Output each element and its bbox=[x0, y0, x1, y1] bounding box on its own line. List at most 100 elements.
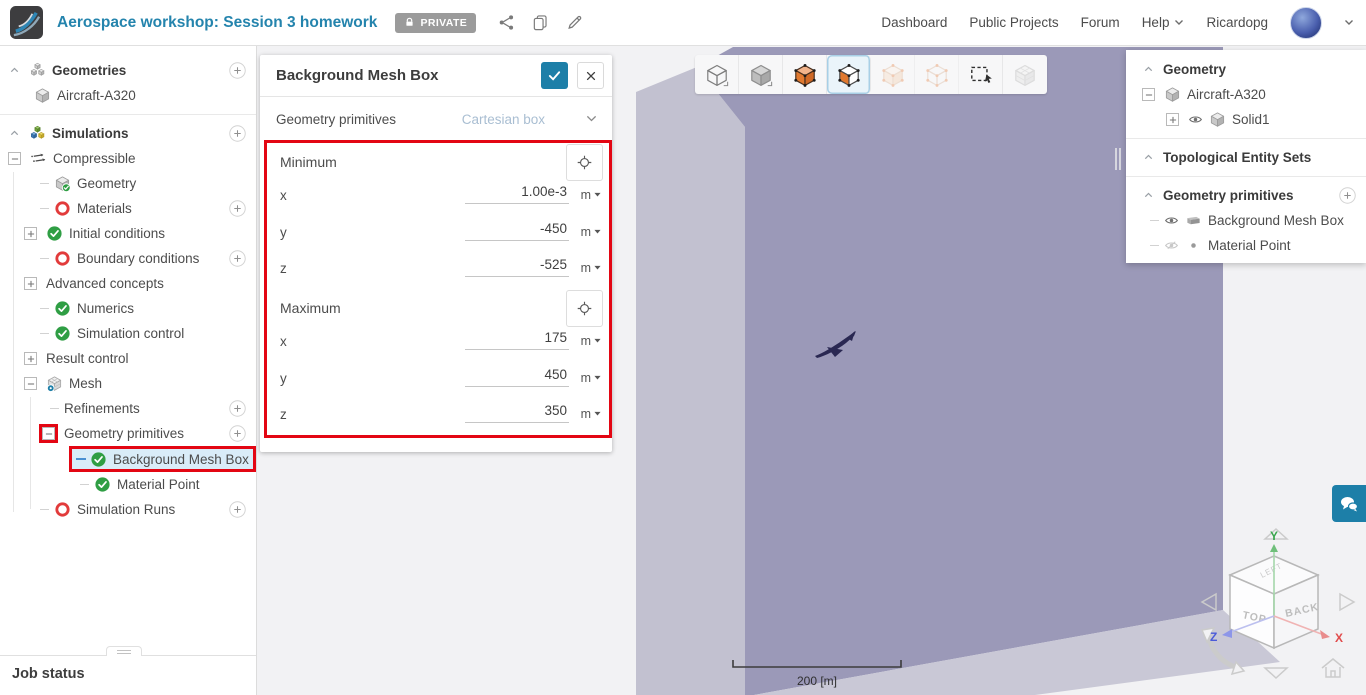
eye-visible-icon[interactable] bbox=[1188, 112, 1203, 127]
collapse-chevron-icon[interactable] bbox=[8, 64, 20, 77]
tree-item-topological-entity-sets[interactable]: Topological Entity Sets bbox=[1126, 145, 1366, 170]
add-button[interactable] bbox=[229, 400, 246, 417]
collapse-minus-icon[interactable] bbox=[1142, 88, 1155, 101]
tree-item-label: Numerics bbox=[77, 301, 135, 316]
tree-item-aircraft-a320[interactable]: Aircraft-A320 bbox=[0, 83, 256, 108]
pick-point-button[interactable] bbox=[566, 144, 603, 181]
collapse-chevron-icon[interactable] bbox=[8, 127, 20, 140]
tree-item-material-point[interactable]: Material Point bbox=[1126, 233, 1366, 258]
gizmo-home-icon[interactable] bbox=[1321, 658, 1345, 678]
red-o-icon bbox=[54, 200, 71, 217]
chevron-down-icon[interactable] bbox=[586, 115, 597, 122]
expand-plus-icon[interactable] bbox=[24, 227, 37, 240]
coordinate-input-y[interactable] bbox=[465, 367, 569, 387]
project-actions bbox=[498, 14, 583, 31]
app-logo-icon[interactable] bbox=[10, 6, 43, 39]
coordinate-input-z[interactable] bbox=[465, 403, 569, 423]
tree-item-solid1[interactable]: Solid1 bbox=[1126, 107, 1366, 132]
toolbar-solid-vertices-view[interactable] bbox=[783, 55, 827, 94]
apply-button[interactable] bbox=[541, 62, 568, 89]
tree-item-geometry-primitives[interactable]: Geometry primitives bbox=[0, 421, 256, 446]
add-button[interactable] bbox=[229, 125, 246, 142]
coordinate-input-x[interactable] bbox=[465, 330, 569, 350]
job-status-drag-handle[interactable] bbox=[106, 646, 142, 656]
add-button[interactable] bbox=[229, 425, 246, 442]
tree-item-simulation-control[interactable]: Simulation control bbox=[0, 321, 256, 346]
unit-dropdown[interactable]: m bbox=[581, 371, 601, 385]
job-status-bar[interactable]: Job status bbox=[0, 646, 256, 692]
pick-point-button[interactable] bbox=[566, 290, 603, 327]
tree-item-mesh[interactable]: Mesh bbox=[0, 371, 256, 396]
toolbar-mesh-view[interactable] bbox=[1003, 55, 1047, 94]
panel-resize-handle[interactable] bbox=[1115, 148, 1121, 170]
nav-help[interactable]: Help bbox=[1142, 15, 1185, 30]
unit-dropdown[interactable]: m bbox=[581, 407, 601, 421]
toolbar-face-select[interactable] bbox=[827, 55, 871, 94]
aircraft-model[interactable] bbox=[813, 329, 861, 365]
coordinate-input-x[interactable] bbox=[465, 184, 569, 204]
toolbar-box-select[interactable] bbox=[959, 55, 1003, 94]
tree-item-geometries[interactable]: Geometries bbox=[0, 58, 256, 83]
tree-item-simulation-runs[interactable]: Simulation Runs bbox=[0, 497, 256, 522]
duplicate-icon[interactable] bbox=[532, 14, 549, 31]
coordinate-input-z[interactable] bbox=[465, 257, 569, 277]
collapse-minus-icon[interactable] bbox=[8, 152, 21, 165]
toolbar-wireframe-view[interactable] bbox=[695, 55, 739, 94]
tree-item-material-point[interactable]: Material Point bbox=[0, 472, 256, 497]
collapse-chevron-icon[interactable] bbox=[1142, 63, 1154, 76]
toolbar-vertex-select[interactable] bbox=[871, 55, 915, 94]
add-button[interactable] bbox=[229, 250, 246, 267]
tree-item-geometry-primitives[interactable]: Geometry primitives bbox=[1126, 183, 1366, 208]
tree-item-geometry[interactable]: Geometry bbox=[0, 171, 256, 196]
eye-visible-icon[interactable] bbox=[1164, 213, 1179, 228]
expand-plus-icon[interactable] bbox=[24, 352, 37, 365]
tree-item-result-control[interactable]: Result control bbox=[0, 346, 256, 371]
tree-item-initial-conditions[interactable]: Initial conditions bbox=[0, 221, 256, 246]
tree-item-aircraft-a320[interactable]: Aircraft-A320 bbox=[1126, 82, 1366, 107]
coordinate-input-y[interactable] bbox=[465, 221, 569, 241]
collapse-chevron-icon[interactable] bbox=[1142, 151, 1154, 164]
add-button[interactable] bbox=[229, 501, 246, 518]
collapse-minus-icon[interactable] bbox=[42, 427, 55, 440]
tree-item-refinements[interactable]: Refinements bbox=[0, 396, 256, 421]
collapse-chevron-icon[interactable] bbox=[1142, 189, 1154, 202]
unit-dropdown[interactable]: m bbox=[581, 261, 601, 275]
expand-plus-icon[interactable] bbox=[24, 277, 37, 290]
nav-public-projects[interactable]: Public Projects bbox=[969, 15, 1058, 30]
add-button[interactable] bbox=[229, 200, 246, 217]
nav-username[interactable]: Ricardopg bbox=[1206, 15, 1268, 30]
avatar[interactable] bbox=[1290, 6, 1322, 39]
nav-dashboard[interactable]: Dashboard bbox=[881, 15, 947, 30]
tree-item-numerics[interactable]: Numerics bbox=[0, 296, 256, 321]
unit-dropdown[interactable]: m bbox=[581, 225, 601, 239]
tree-item-geometry[interactable]: Geometry bbox=[1126, 57, 1366, 82]
close-button[interactable] bbox=[577, 62, 604, 89]
nav-forum[interactable]: Forum bbox=[1081, 15, 1120, 30]
unit-dropdown[interactable]: m bbox=[581, 188, 601, 202]
orientation-gizmo[interactable]: TOP BACK LEFT Y X Z bbox=[1190, 518, 1366, 695]
gizmo-down-arrow[interactable] bbox=[1263, 667, 1289, 680]
support-chat-button[interactable] bbox=[1332, 485, 1366, 522]
tree-item-compressible[interactable]: Compressible bbox=[0, 146, 256, 171]
tree-item-materials[interactable]: Materials bbox=[0, 196, 256, 221]
gizmo-right-arrow[interactable] bbox=[1339, 592, 1356, 612]
gizmo-left-arrow[interactable] bbox=[1200, 592, 1217, 612]
add-button[interactable] bbox=[1339, 187, 1356, 204]
tree-item-label: Compressible bbox=[53, 151, 136, 166]
tree-item-advanced-concepts[interactable]: Advanced concepts bbox=[0, 271, 256, 296]
tree-item-simulations[interactable]: Simulations bbox=[0, 121, 256, 146]
unit-dropdown[interactable]: m bbox=[581, 334, 601, 348]
tree-item-boundary-conditions[interactable]: Boundary conditions bbox=[0, 246, 256, 271]
account-chevron-down-icon[interactable] bbox=[1344, 19, 1354, 26]
tree-item-background-mesh-box[interactable]: Background Mesh Box bbox=[1126, 208, 1366, 233]
mesh-box-left-face[interactable] bbox=[636, 67, 745, 695]
eye-hidden-icon[interactable] bbox=[1164, 238, 1179, 253]
share-icon[interactable] bbox=[498, 14, 515, 31]
toolbar-edge-select[interactable] bbox=[915, 55, 959, 94]
toolbar-solid-view[interactable] bbox=[739, 55, 783, 94]
expand-plus-icon[interactable] bbox=[1166, 113, 1179, 126]
edit-icon[interactable] bbox=[566, 14, 583, 31]
add-button[interactable] bbox=[229, 62, 246, 79]
collapse-minus-icon[interactable] bbox=[24, 377, 37, 390]
tree-item-background-mesh-box[interactable]: Background Mesh Box bbox=[69, 446, 256, 472]
